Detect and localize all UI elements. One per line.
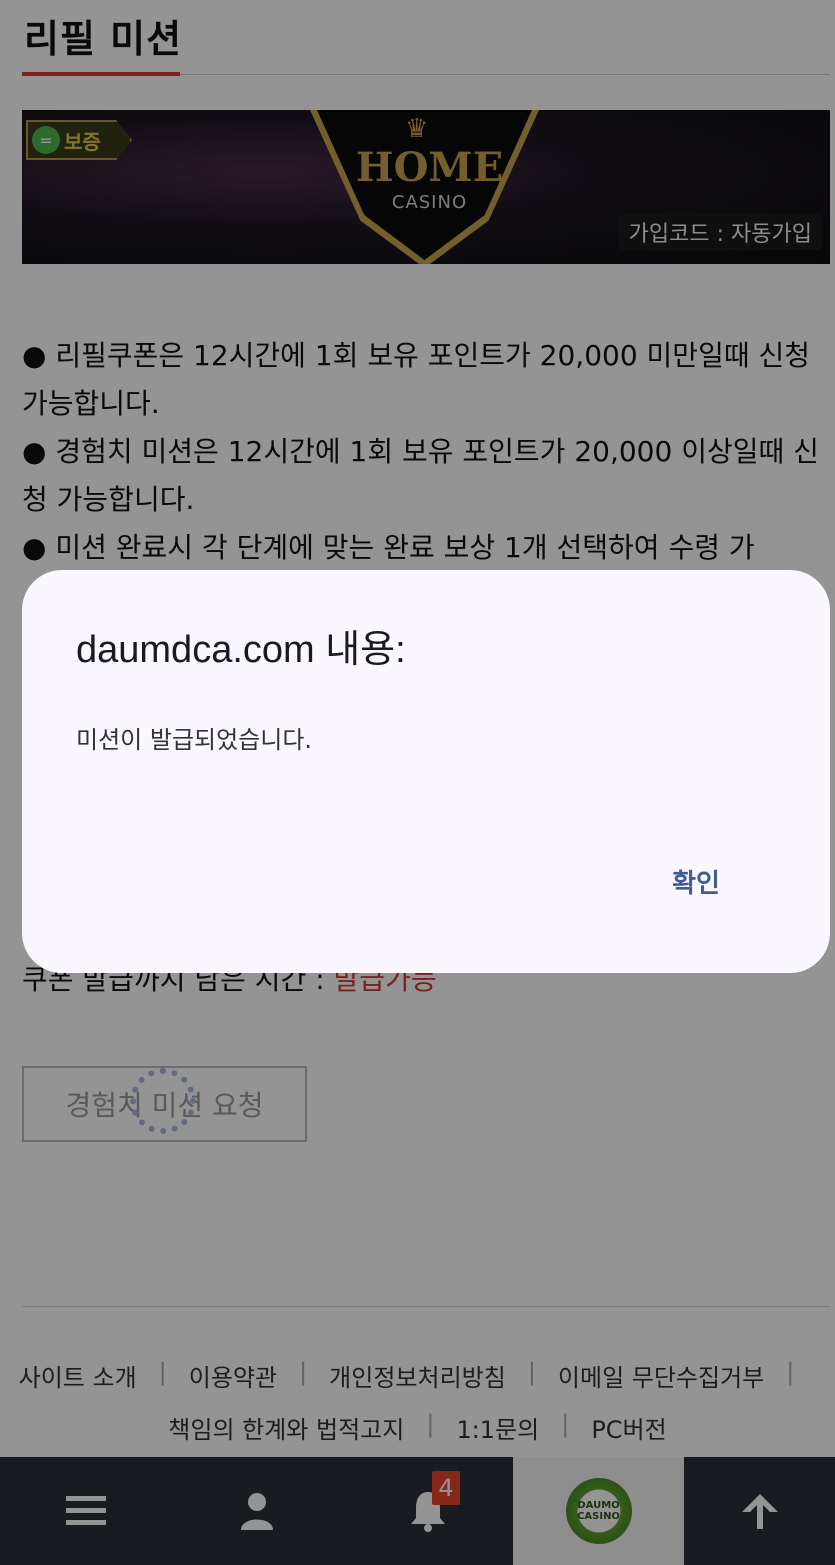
- dialog-ok-button[interactable]: 확인: [656, 856, 736, 906]
- alert-dialog: daumdca.com 내용: 미션이 발급되었습니다. 확인: [22, 570, 830, 973]
- dialog-title: daumdca.com 내용:: [76, 629, 406, 671]
- dialog-message: 미션이 발급되었습니다.: [76, 726, 313, 754]
